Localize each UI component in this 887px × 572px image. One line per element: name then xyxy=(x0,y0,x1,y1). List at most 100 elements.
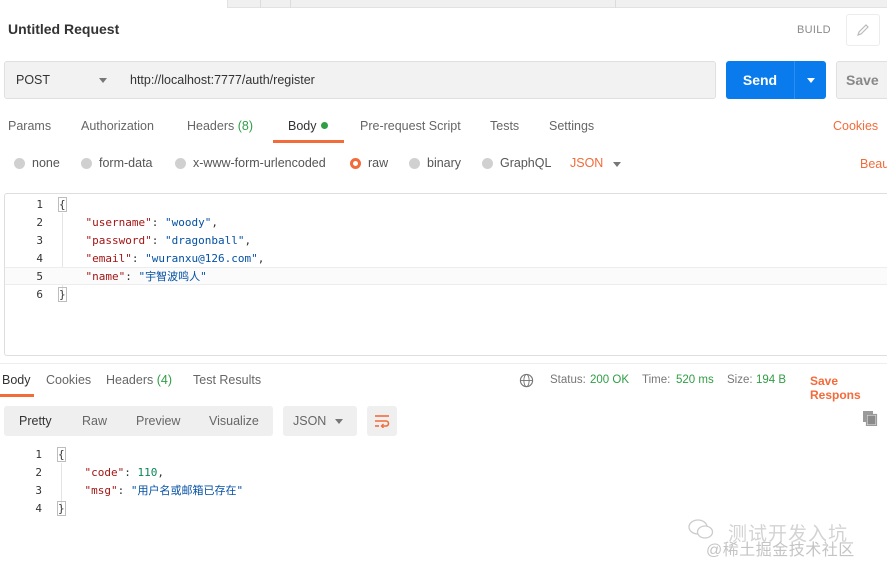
json-end: , xyxy=(244,234,252,247)
active-tab-indicator xyxy=(273,140,344,143)
code-line: 1 { xyxy=(4,446,884,464)
send-options-button[interactable] xyxy=(795,77,826,83)
radio-binary[interactable]: binary xyxy=(409,156,461,170)
tab-headers[interactable]: Headers (8) xyxy=(187,119,253,133)
copy-icon[interactable] xyxy=(862,410,878,426)
tab-divider xyxy=(260,0,261,8)
radio-circle xyxy=(482,157,493,169)
method-select[interactable]: POST xyxy=(4,61,120,99)
headers-count: (8) xyxy=(237,119,254,133)
response-view-toggle: Pretty Raw Preview Visualize xyxy=(4,406,273,436)
response-body-viewer[interactable]: 1 { 2 "code": 110, 3 "msg": "用户名或邮箱已存在" … xyxy=(4,445,884,525)
tab-tests[interactable]: Tests xyxy=(490,119,519,133)
view-pretty[interactable]: Pretty xyxy=(19,414,52,428)
chevron-down-icon xyxy=(335,419,343,424)
raw-format-select[interactable]: JSON xyxy=(570,156,603,170)
send-button[interactable]: Send xyxy=(726,61,826,99)
radio-none-label: none xyxy=(32,156,60,170)
line-number: 5 xyxy=(36,270,43,283)
radio-graphql[interactable]: GraphQL xyxy=(482,156,551,170)
radio-circle xyxy=(14,157,25,169)
response-tab-headers[interactable]: Headers (4) xyxy=(106,373,172,387)
json-key: "name" xyxy=(85,270,126,283)
response-tab-body[interactable]: Body xyxy=(2,373,31,387)
code-line: 1 { xyxy=(5,196,887,214)
build-label[interactable]: BUILD xyxy=(797,24,831,36)
view-visualize[interactable]: Visualize xyxy=(209,414,259,428)
wrap-lines-button[interactable] xyxy=(367,406,397,436)
code-line-current: 5 "name": "宇智波鸣人" xyxy=(5,267,887,285)
json-key: "code" xyxy=(84,466,125,479)
json-sep: : xyxy=(125,270,139,283)
tab-divider xyxy=(290,0,291,8)
json-end: , xyxy=(211,216,218,229)
open-brace: { xyxy=(57,447,66,462)
url-input[interactable]: http://localhost:7777/auth/register xyxy=(119,61,716,99)
size-label: Size: xyxy=(727,374,753,386)
code-line: 3 "msg": "用户名或邮箱已存在" xyxy=(4,482,884,500)
size-value[interactable]: 194 B xyxy=(756,374,786,386)
response-tab-cookies[interactable]: Cookies xyxy=(46,373,91,387)
code-line: 3 "password": "dragonball", xyxy=(5,232,887,250)
response-headers-count: (4) xyxy=(156,373,173,387)
line-number: 3 xyxy=(36,234,43,247)
request-tab-active[interactable] xyxy=(0,0,228,8)
body-type-options: none form-data x-www-form-urlencoded raw… xyxy=(0,152,887,176)
cookies-link[interactable]: Cookies xyxy=(833,119,878,133)
line-number: 1 xyxy=(35,448,42,461)
line-number: 6 xyxy=(36,288,43,301)
json-sep: : xyxy=(124,466,138,479)
tab-body[interactable]: Body xyxy=(288,119,328,133)
url-value: http://localhost:7777/auth/register xyxy=(130,73,315,87)
radio-raw[interactable]: raw xyxy=(350,156,388,170)
request-tabs: Params Authorization Headers (8) Body Pr… xyxy=(0,112,887,143)
method-value: POST xyxy=(16,73,51,87)
globe-icon[interactable] xyxy=(519,373,534,388)
beautify-link[interactable]: Beau xyxy=(860,157,887,171)
radio-circle xyxy=(81,157,92,169)
json-key: "password" xyxy=(85,234,152,247)
edit-button[interactable] xyxy=(846,14,880,46)
pencil-icon xyxy=(857,24,869,36)
time-value[interactable]: 520 ms xyxy=(676,374,714,386)
line-number: 2 xyxy=(35,466,42,479)
request-title[interactable]: Untitled Request xyxy=(8,21,119,37)
line-number: 4 xyxy=(36,252,43,265)
line-number: 3 xyxy=(35,484,42,497)
tab-body-label: Body xyxy=(288,119,317,133)
status-value[interactable]: 200 OK xyxy=(590,374,629,386)
tab-divider xyxy=(615,0,616,8)
json-key: "email" xyxy=(85,252,132,265)
view-preview[interactable]: Preview xyxy=(136,414,180,428)
tab-pre-request-script[interactable]: Pre-request Script xyxy=(360,119,461,133)
response-format-value: JSON xyxy=(293,414,327,428)
tab-settings[interactable]: Settings xyxy=(549,119,594,133)
json-value: "wuranxu@126.com" xyxy=(145,252,258,265)
json-value: "用户名或邮箱已存在" xyxy=(130,484,244,497)
tab-authorization[interactable]: Authorization xyxy=(81,119,154,133)
chevron-down-icon xyxy=(806,77,815,83)
open-brace: { xyxy=(58,197,67,212)
save-button[interactable]: Save xyxy=(836,61,887,99)
request-body-editor[interactable]: 1 { 2 "username": "woody", 3 "password":… xyxy=(4,193,887,356)
json-end: , xyxy=(157,466,164,479)
response-tab-test-results[interactable]: Test Results xyxy=(193,373,261,387)
radio-urlencoded-label: x-www-form-urlencoded xyxy=(193,156,326,170)
tab-headers-label: Headers xyxy=(187,119,235,133)
line-number: 4 xyxy=(35,502,42,515)
view-raw[interactable]: Raw xyxy=(82,414,107,428)
json-sep: : xyxy=(117,484,131,497)
json-sep: : xyxy=(151,234,165,247)
response-format-select[interactable]: JSON xyxy=(283,406,357,436)
chevron-down-icon[interactable] xyxy=(613,162,621,167)
radio-urlencoded[interactable]: x-www-form-urlencoded xyxy=(175,156,326,170)
response-tabs: Body Cookies Headers (4) Test Results St… xyxy=(0,363,887,402)
json-value: "宇智波鸣人" xyxy=(138,270,207,283)
code-line: 2 "code": 110, xyxy=(4,464,884,482)
radio-none[interactable]: none xyxy=(14,156,60,170)
json-end: , xyxy=(257,252,265,265)
json-sep: : xyxy=(151,216,165,229)
tab-params[interactable]: Params xyxy=(8,119,51,133)
radio-form-data[interactable]: form-data xyxy=(81,156,153,170)
save-response-button[interactable]: Save Respons xyxy=(810,374,887,402)
